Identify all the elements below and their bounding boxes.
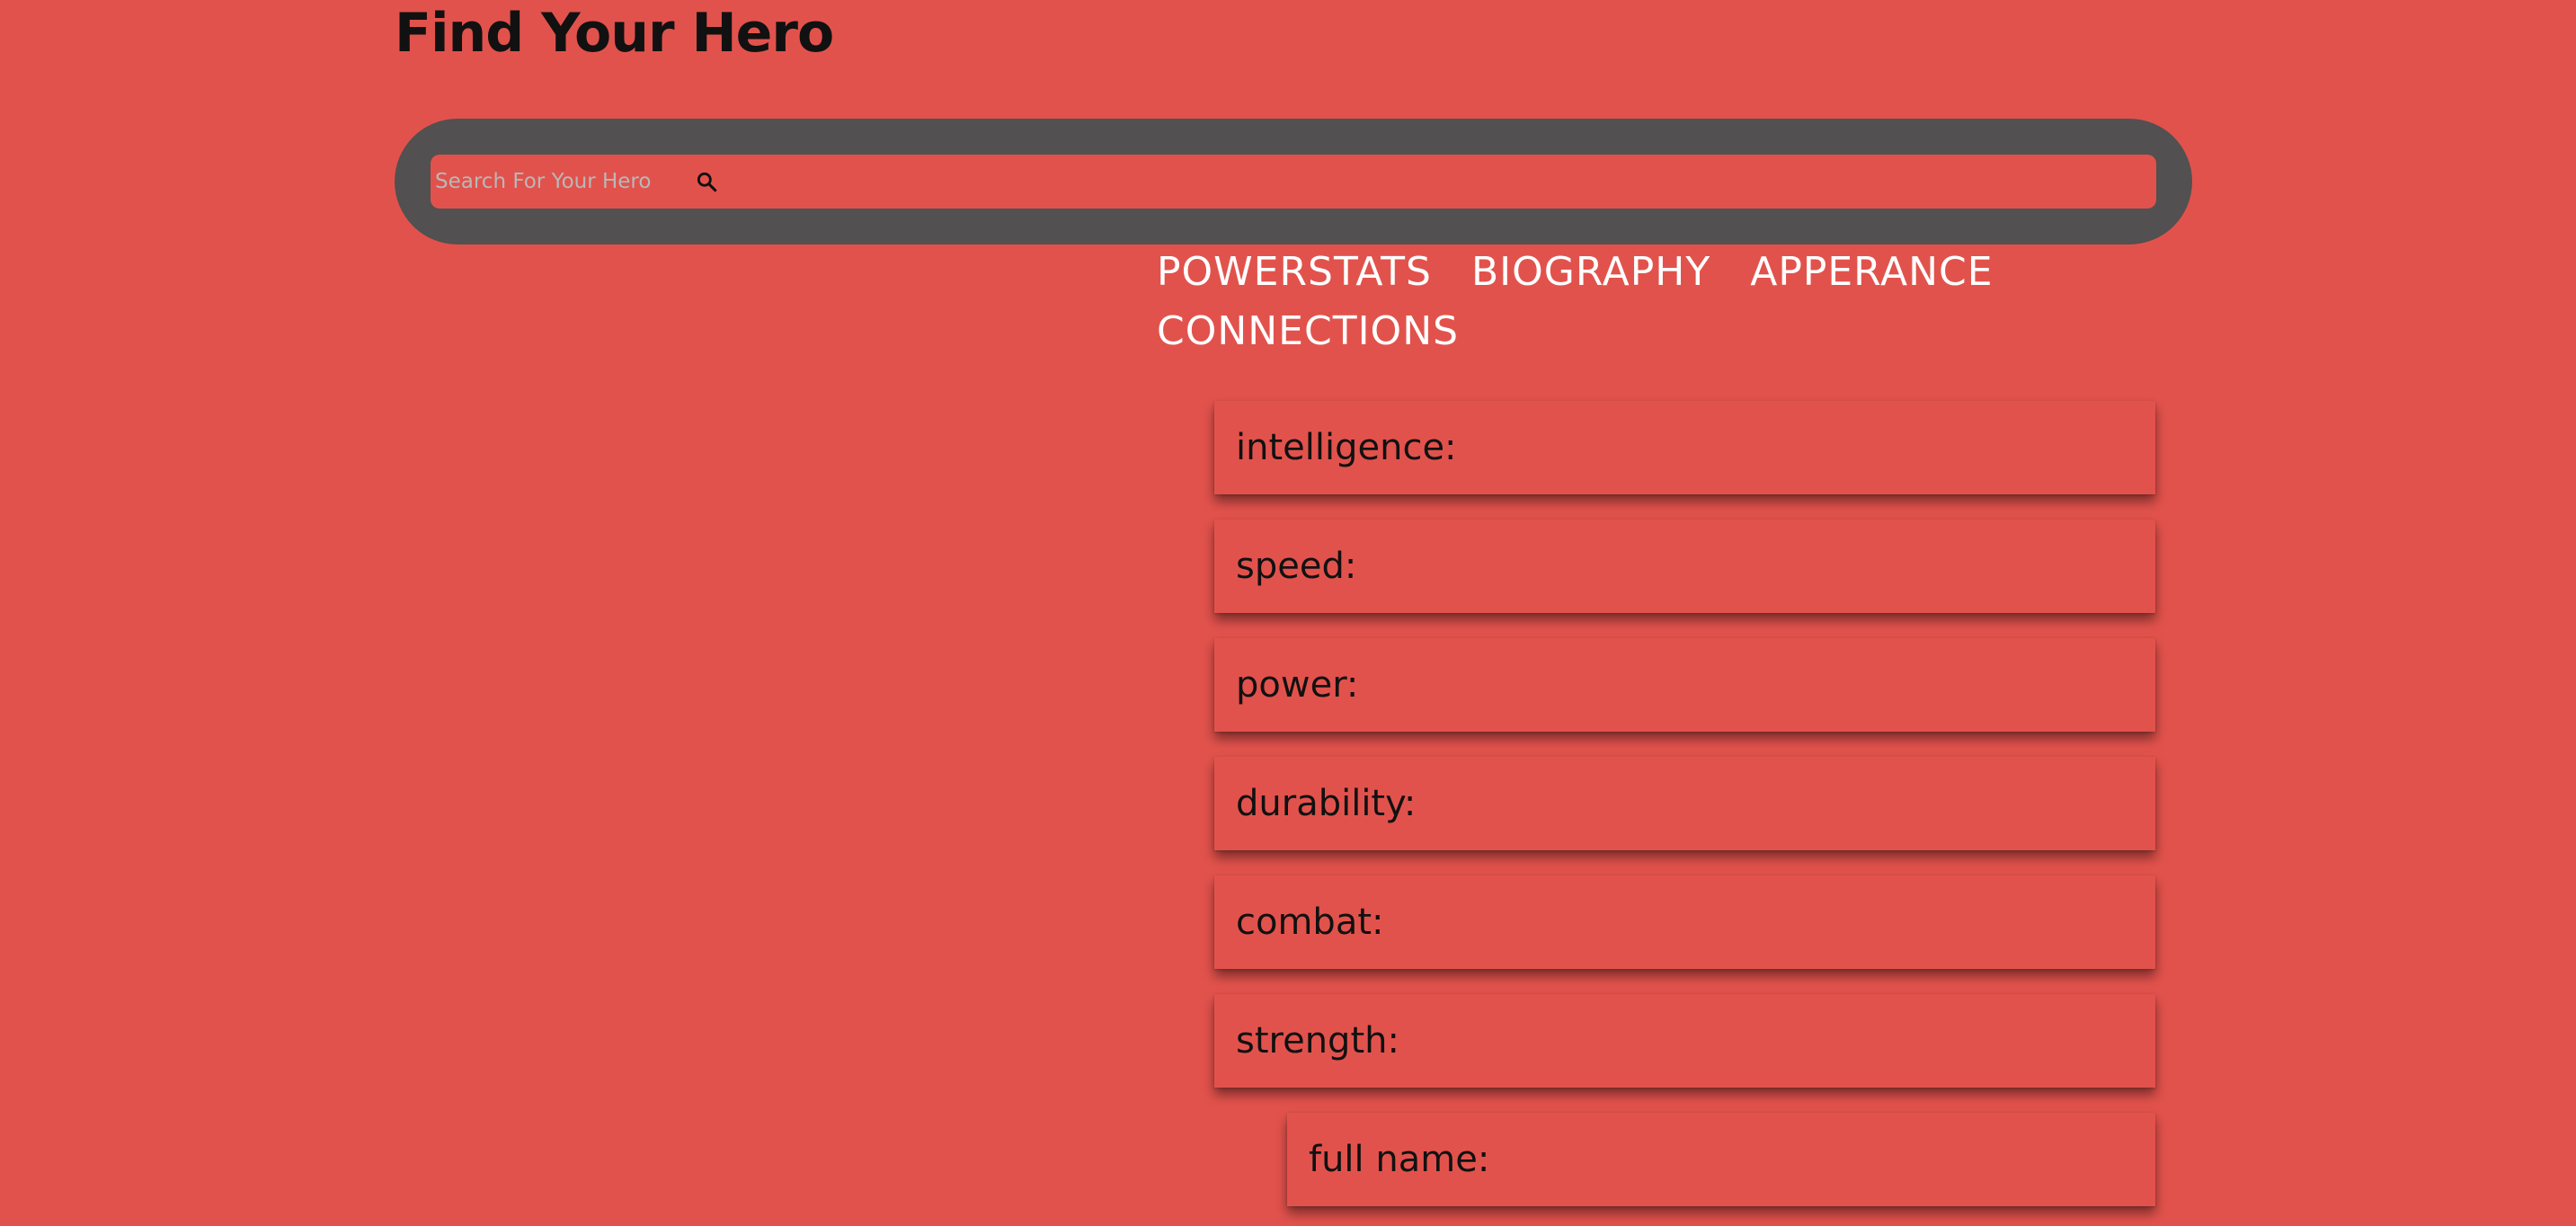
- stat-label: intelligence:: [1236, 427, 1457, 468]
- stat-label: durability:: [1236, 783, 1417, 824]
- tab-apperance[interactable]: APPERANCE: [1750, 243, 1993, 302]
- stat-card-speed: speed:: [1214, 520, 2155, 613]
- tab-powerstats[interactable]: POWERSTATS: [1157, 243, 1432, 302]
- search-button[interactable]: [690, 165, 723, 198]
- stat-label: power:: [1236, 664, 1359, 706]
- stat-card-strength: strength:: [1214, 994, 2155, 1088]
- search-bar: [395, 119, 2192, 244]
- stat-card-power: power:: [1214, 638, 2155, 732]
- stat-label: strength:: [1236, 1020, 1399, 1062]
- tab-connections[interactable]: CONNECTIONS: [1157, 302, 1459, 361]
- stat-card-combat: combat:: [1214, 875, 2155, 969]
- bio-card-full-name: full name:: [1287, 1113, 2155, 1206]
- stat-card-intelligence: intelligence:: [1214, 401, 2155, 494]
- page: Find Your Hero POWERSTATS BIOGRAPHY APPE…: [0, 0, 2576, 1226]
- page-title: Find Your Hero: [395, 2, 834, 65]
- stat-card-durability: durability:: [1214, 757, 2155, 850]
- search-icon: [697, 172, 717, 192]
- bio-label: full name:: [1309, 1139, 1490, 1180]
- search-field: [431, 155, 2156, 209]
- hero-info-tabs: POWERSTATS BIOGRAPHY APPERANCE CONNECTIO…: [1157, 243, 2002, 361]
- search-input[interactable]: [435, 164, 687, 200]
- stat-label: combat:: [1236, 902, 1384, 943]
- tab-biography[interactable]: BIOGRAPHY: [1471, 243, 1710, 302]
- stat-label: speed:: [1236, 546, 1357, 587]
